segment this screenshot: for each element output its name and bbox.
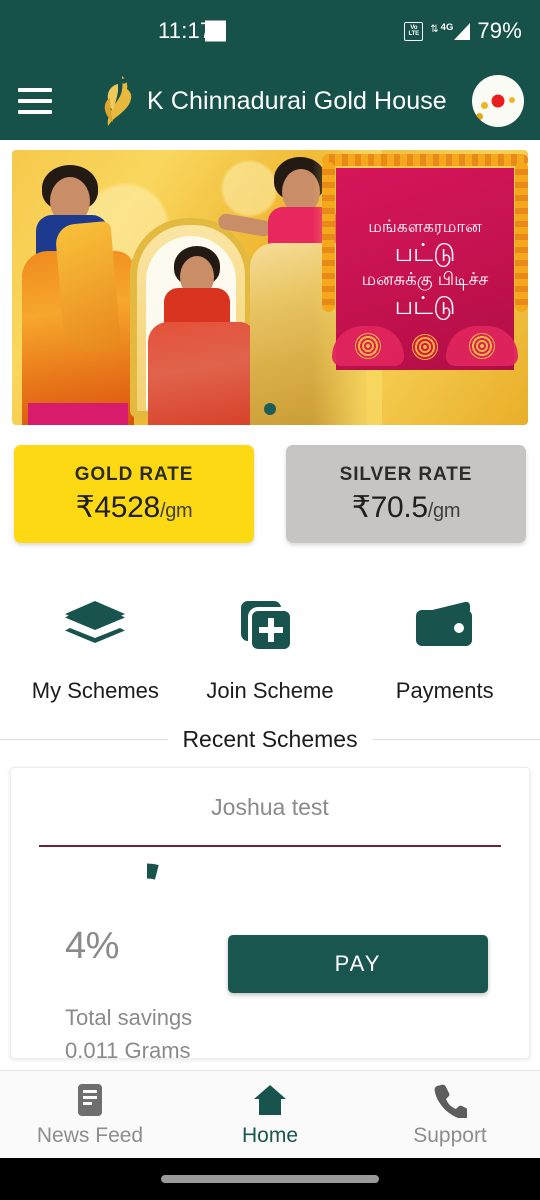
- garland-right: [515, 162, 528, 312]
- quick-actions-row: My Schemes Join Scheme Payments: [0, 597, 540, 704]
- nav-label: Support: [413, 1123, 487, 1147]
- status-icons-group: Vo LTE ⇅ 4G 79%: [404, 18, 522, 44]
- gold-rate-unit: /gm: [159, 499, 193, 522]
- hamburger-menu-icon[interactable]: [18, 88, 52, 114]
- status-bar: 11:17 Vo LTE ⇅ 4G 79%: [0, 0, 540, 62]
- bottom-navigation-bar: News Feed Home Support: [0, 1070, 540, 1158]
- sign-line-1: மங்களகரமான: [368, 217, 482, 237]
- data-arrows-icon: ⇅: [430, 23, 439, 35]
- banner-tamil-sign: மங்களகரமான பட்டு மனசுக்கு பிடிச்ச பட்டு: [322, 154, 528, 370]
- sign-line-2: பட்டு: [394, 239, 456, 268]
- avatar-dot-1: [481, 102, 488, 109]
- nav-item-news-feed[interactable]: News Feed: [0, 1082, 180, 1148]
- divider-line-left: [0, 739, 169, 740]
- silver-rate-label: SILVER RATE: [339, 463, 473, 485]
- silver-rate-value: ₹70.5/gm: [351, 490, 461, 525]
- page-title: K Chinnadurai Gold House: [147, 86, 447, 115]
- add-card-icon: [239, 597, 301, 659]
- action-label: My Schemes: [31, 678, 159, 703]
- pay-button[interactable]: PAY: [228, 934, 488, 993]
- total-savings-block: Total savings 0.011 Grams: [65, 1005, 193, 1059]
- wallet-icon: [413, 597, 477, 659]
- decorative-motif-left: [332, 326, 404, 366]
- avatar-center-dot: [491, 94, 505, 108]
- banner-figure-center-bride: [124, 210, 264, 425]
- gold-rate-label: GOLD RATE: [74, 463, 194, 485]
- action-join-scheme[interactable]: Join Scheme: [183, 597, 358, 704]
- divider-line-right: [371, 739, 540, 740]
- battery-percentage: 79%: [477, 18, 522, 43]
- banner-figure-left: [20, 163, 140, 425]
- phone-support-icon: [434, 1084, 467, 1118]
- system-gesture-bar[interactable]: [0, 1158, 540, 1200]
- signal-bars-icon: [454, 22, 471, 40]
- action-label: Join Scheme: [206, 678, 334, 703]
- network-type-label: 4G: [440, 21, 454, 33]
- sign-line-3: மனசுக்கு பிடிச்ச: [361, 269, 489, 290]
- decorative-motif-center: [412, 334, 438, 360]
- gold-rate-card[interactable]: GOLD RATE ₹4528/gm: [14, 445, 254, 543]
- garland-top: [322, 154, 528, 166]
- scheme-divider-rule: [39, 845, 501, 847]
- silver-rate-card[interactable]: SILVER RATE ₹70.5/gm: [286, 445, 526, 543]
- silver-rate-unit: /gm: [427, 499, 461, 522]
- scheme-progress-row: 4% PAY: [37, 863, 503, 993]
- promo-banner-image: மங்களகரமான பட்டு மனசுக்கு பிடிச்ச பட்டு: [12, 150, 528, 425]
- nav-item-support[interactable]: Support: [360, 1082, 540, 1148]
- gold-rate-amount: ₹4528: [75, 490, 161, 524]
- signal-strength-icon: ⇅ 4G: [430, 21, 471, 40]
- volte-line-2: LTE: [408, 30, 420, 37]
- promo-banner-carousel[interactable]: மங்களகரமான பட்டு மனசுக்கு பிடிச்ச பட்டு: [12, 150, 528, 425]
- avatar[interactable]: [472, 75, 524, 127]
- recent-schemes-title: Recent Schemes: [182, 726, 358, 752]
- progress-percentage: 4%: [65, 924, 119, 967]
- nav-item-home[interactable]: Home: [180, 1082, 360, 1148]
- action-payments[interactable]: Payments: [357, 597, 532, 704]
- sign-line-4: பட்டு: [394, 292, 456, 321]
- gold-rate-value: ₹4528/gm: [76, 490, 193, 525]
- app-screen: 11:17 Vo LTE ⇅ 4G 79% K Chinnadurai Gold: [0, 0, 540, 1200]
- recent-schemes-divider: Recent Schemes: [0, 726, 540, 753]
- app-bar: K Chinnadurai Gold House: [0, 62, 540, 140]
- scheme-name: Joshua test: [211, 794, 329, 820]
- total-savings-label: Total savings: [65, 1005, 193, 1030]
- garland-left: [322, 162, 335, 312]
- volte-icon: Vo LTE: [404, 21, 424, 41]
- carousel-indicator-dot[interactable]: [264, 403, 276, 415]
- avatar-dot-3: [476, 113, 483, 120]
- news-feed-icon: [78, 1083, 102, 1116]
- avatar-dot-2: [509, 97, 515, 103]
- peacock-feather-logo: [104, 76, 132, 126]
- action-my-schemes[interactable]: My Schemes: [8, 597, 183, 704]
- total-savings-value: 0.011 Grams: [65, 1038, 191, 1059]
- notification-indicator-icon: [205, 20, 226, 42]
- nav-label: News Feed: [36, 1123, 144, 1147]
- metal-rates-row: GOLD RATE ₹4528/gm SILVER RATE ₹70.5/gm: [14, 445, 526, 543]
- scheme-card[interactable]: Joshua test 4% PAY Total savings 0.011 G…: [10, 767, 530, 1059]
- layers-stack-icon: [62, 597, 128, 659]
- action-label: Payments: [395, 678, 494, 703]
- silver-rate-amount: ₹70.5: [351, 490, 428, 524]
- nav-label: Home: [241, 1123, 299, 1147]
- decorative-motif-right: [446, 326, 518, 366]
- home-icon: [254, 1084, 286, 1115]
